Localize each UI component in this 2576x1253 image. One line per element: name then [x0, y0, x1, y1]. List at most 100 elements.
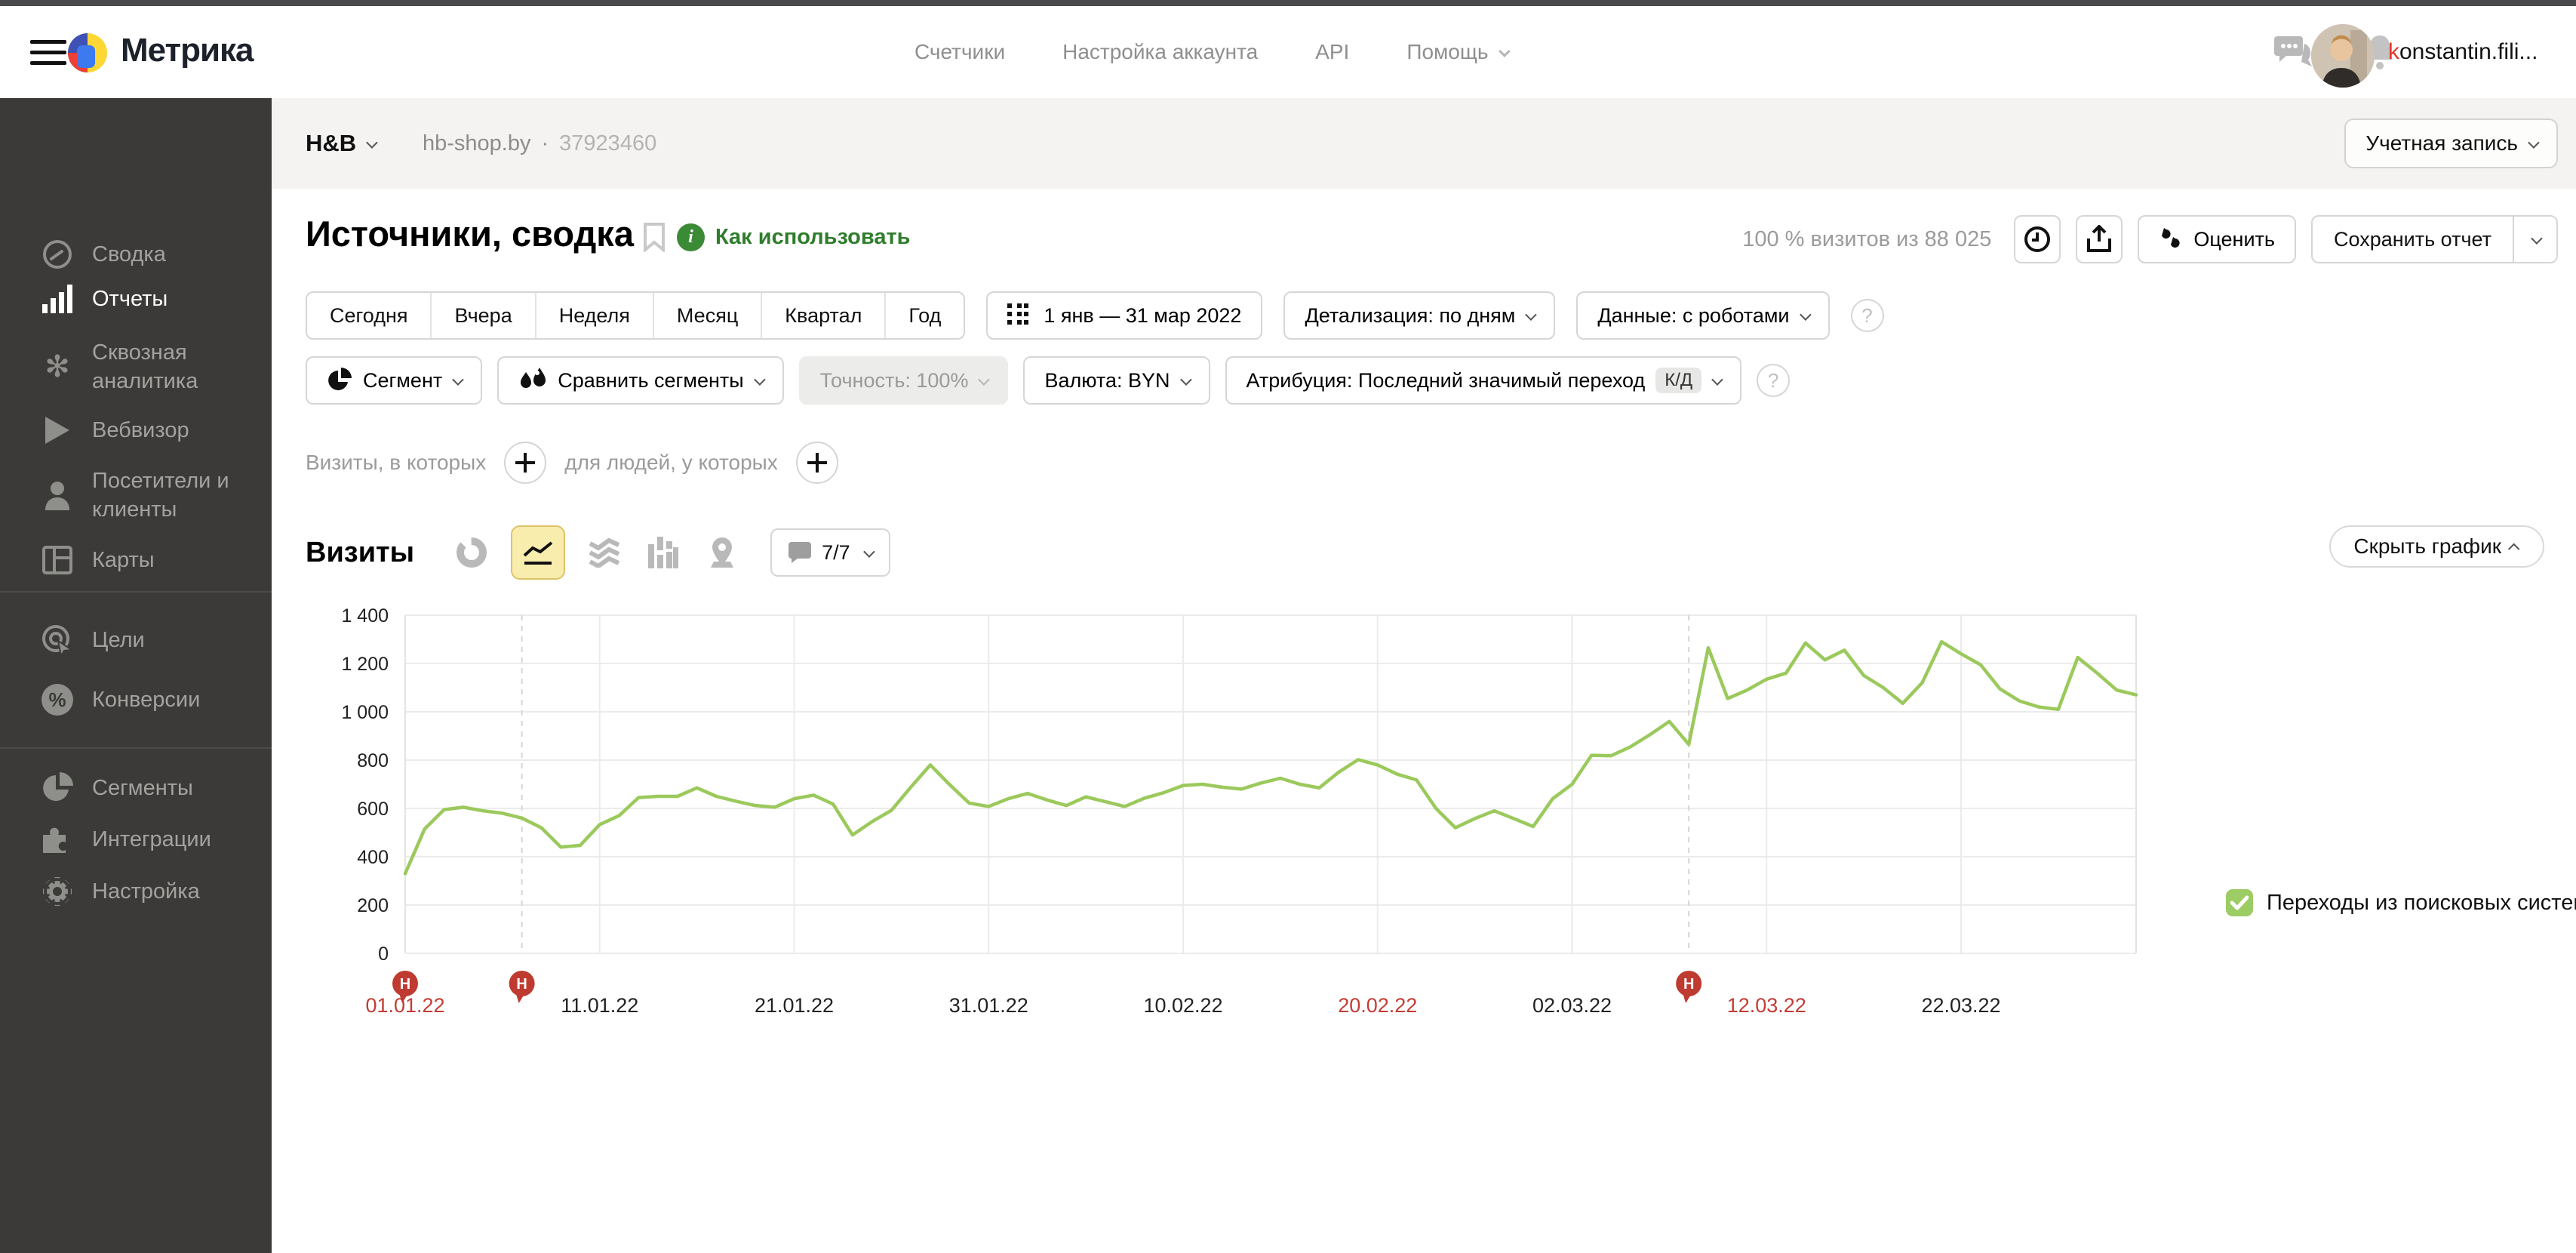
- help-question-icon[interactable]: ?: [1757, 364, 1791, 397]
- svg-text:800: 800: [357, 750, 389, 771]
- period-today[interactable]: Сегодня: [307, 293, 432, 338]
- counter-switcher[interactable]: H&B: [306, 98, 378, 189]
- save-report-button[interactable]: Сохранить отчет: [2313, 217, 2513, 262]
- sidebar-item-reports[interactable]: Отчеты: [0, 269, 272, 328]
- export-button[interactable]: [2076, 215, 2123, 263]
- user-name[interactable]: k onstantin.fili...: [2388, 6, 2538, 98]
- sidebar-item-maps[interactable]: Карты: [0, 531, 272, 590]
- layout-icon: [41, 546, 74, 574]
- currency-dropdown[interactable]: Валюта: BYN: [1023, 356, 1210, 405]
- svg-text:%: %: [48, 688, 66, 711]
- period-segmented-control: Сегодня Вчера Неделя Месяц Квартал Год: [306, 291, 966, 340]
- svg-text:Н: Н: [516, 976, 527, 993]
- donut-chart-icon: [456, 537, 487, 568]
- nav-account-settings[interactable]: Настройка аккаунта: [1062, 40, 1258, 64]
- chart-legend-item[interactable]: Переходы из поисковых систем: [2226, 889, 2576, 916]
- legend-checkbox[interactable]: [2226, 889, 2253, 916]
- period-yesterday[interactable]: Вчера: [432, 293, 536, 338]
- play-icon: [41, 415, 74, 445]
- metric-header: Визиты 7/7: [306, 524, 890, 581]
- accuracy-dropdown[interactable]: Точность: 100%: [798, 356, 1009, 405]
- sidebar-item-goals[interactable]: Цели: [0, 611, 272, 670]
- svg-text:21.01.22: 21.01.22: [755, 994, 834, 1017]
- clock-icon: [2024, 226, 2051, 252]
- svg-text:600: 600: [357, 799, 389, 820]
- visits-in-which-label: Визиты, в которых: [306, 451, 487, 474]
- detail-dropdown[interactable]: Детализация: по дням: [1283, 291, 1556, 340]
- svg-text:12.03.22: 12.03.22: [1727, 994, 1806, 1017]
- bookmark-icon[interactable]: [643, 222, 666, 256]
- segment-dropdown[interactable]: Сегмент: [306, 356, 483, 405]
- nav-help[interactable]: Помощь: [1406, 40, 1511, 64]
- data-mode-dropdown[interactable]: Данные: с роботами: [1576, 291, 1830, 340]
- svg-text:Н: Н: [400, 976, 410, 993]
- date-range-button[interactable]: 1 янв — 31 мар 2022: [986, 291, 1263, 340]
- history-button[interactable]: [2014, 215, 2061, 263]
- metric-title: Визиты: [306, 536, 415, 568]
- gear-icon: [41, 876, 74, 907]
- condition-filters: Визиты, в которых для людей, у которых: [306, 442, 838, 484]
- add-visit-condition-button[interactable]: [504, 442, 547, 484]
- user-avatar[interactable]: [2311, 24, 2375, 88]
- period-quarter[interactable]: Квартал: [762, 293, 887, 338]
- bar-chart-icon: [41, 285, 74, 313]
- metrika-logo-icon[interactable]: [68, 33, 107, 76]
- brand-name[interactable]: Метрика: [121, 32, 254, 69]
- sidebar-item-cross-analytics[interactable]: ✻ Сквозная аналитика: [0, 325, 272, 408]
- target-icon: [41, 624, 74, 656]
- chart-type-line[interactable]: [511, 525, 566, 580]
- counter-domain: hb-shop.by · 37923460: [423, 131, 657, 155]
- for-people-label: для людей, у которых: [564, 451, 778, 474]
- hide-chart-button[interactable]: Скрыть график: [2329, 525, 2544, 568]
- puzzle-icon: [41, 824, 74, 854]
- sidebar-item-integrations[interactable]: Интеграции: [0, 810, 272, 869]
- attribution-dropdown[interactable]: Атрибуция: Последний значимый переход К/…: [1225, 356, 1742, 405]
- report-actions: 100 % визитов из 88 025 Оценить Сохранит…: [1742, 215, 2558, 263]
- period-filters: Сегодня Вчера Неделя Месяц Квартал Год 1…: [306, 291, 1884, 340]
- chart-type-stacked[interactable]: [585, 533, 624, 572]
- sidebar-item-visitors[interactable]: Посетители и клиенты: [0, 454, 272, 537]
- hamburger-menu-icon[interactable]: [30, 35, 66, 69]
- stacked-chart-icon: [589, 537, 620, 568]
- quotes-icon: [2162, 228, 2181, 248]
- sidebar-divider: [0, 591, 272, 593]
- chart-type-donut[interactable]: [452, 533, 491, 572]
- nav-counters[interactable]: Счетчики: [915, 40, 1005, 64]
- svg-text:0: 0: [378, 944, 389, 965]
- svg-text:400: 400: [357, 847, 389, 868]
- period-year[interactable]: Год: [886, 293, 964, 338]
- svg-text:200: 200: [357, 895, 389, 916]
- page-title: Источники, сводка: [306, 214, 634, 254]
- info-icon: i: [677, 223, 705, 251]
- column-chart-icon: [648, 537, 679, 568]
- rate-button[interactable]: Оценить: [2138, 215, 2296, 263]
- compare-segments-dropdown[interactable]: Сравнить сегменты: [497, 356, 784, 405]
- account-button[interactable]: Учетная запись: [2344, 119, 2558, 168]
- sidebar-item-settings[interactable]: Настройка: [0, 862, 272, 921]
- pie-icon: [41, 772, 74, 804]
- calendar-grid-icon: [1007, 303, 1029, 325]
- how-to-use-link[interactable]: i Как использовать: [677, 223, 910, 251]
- add-people-condition-button[interactable]: [795, 442, 838, 484]
- sidebar-item-webvisor[interactable]: Вебвизор: [0, 401, 272, 460]
- svg-text:20.02.22: 20.02.22: [1338, 994, 1417, 1017]
- line-chart-icon: [523, 541, 553, 565]
- chart-type-map[interactable]: [702, 533, 742, 572]
- period-month[interactable]: Месяц: [654, 293, 763, 338]
- period-week[interactable]: Неделя: [536, 293, 654, 338]
- svg-text:1 400: 1 400: [341, 605, 389, 626]
- line-chart[interactable]: 02004006008001 0001 2001 40001.01.22 11.0…: [306, 604, 2177, 1178]
- nav-api[interactable]: API: [1315, 40, 1349, 64]
- svg-text:02.03.22: 02.03.22: [1532, 994, 1612, 1017]
- chart-type-columns[interactable]: [644, 533, 683, 572]
- series-count-dropdown[interactable]: 7/7: [770, 528, 890, 577]
- svg-text:1 200: 1 200: [341, 654, 389, 675]
- window-top-strip: [0, 0, 2576, 6]
- sidebar-item-conversions[interactable]: % Конверсии: [0, 670, 272, 729]
- sidebar-item-segments[interactable]: Сегменты: [0, 759, 272, 817]
- help-question-icon[interactable]: ?: [1850, 299, 1884, 332]
- save-report-caret[interactable]: [2513, 217, 2556, 262]
- segment-filters: Сегмент Сравнить сегменты Точность: 100%…: [306, 356, 1791, 405]
- segment-pie-icon: [328, 368, 352, 390]
- chat-icon[interactable]: [2274, 35, 2315, 69]
